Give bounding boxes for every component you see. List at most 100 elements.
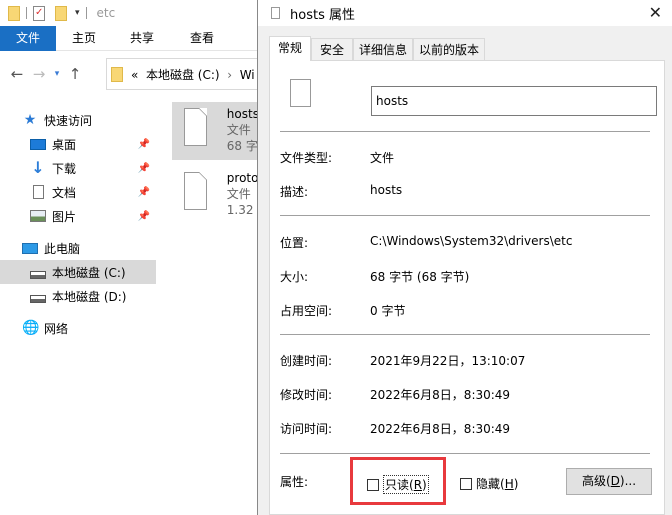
overflow-chevron[interactable]: « (131, 68, 138, 82)
field-value: 68 字节 (68 字节) (370, 270, 470, 284)
explorer-titlebar: ▾ etc (0, 0, 258, 26)
field-label: 访问时间: (280, 422, 333, 436)
field-value: 2021年9月22日，13:10:07 (370, 354, 526, 368)
forward-arrow-icon[interactable]: → (28, 65, 50, 83)
file-list: hosts 文件 68 字 proto 文件 1.32 (172, 102, 258, 224)
nav-downloads[interactable]: ↓ 下载 📌 (0, 156, 156, 180)
breadcrumb-windows[interactable]: Wi (240, 68, 255, 82)
ribbon-tab-view[interactable]: 查看 (172, 26, 232, 51)
pin-icon[interactable]: 📌 (138, 211, 150, 222)
file-type: 文件 (226, 187, 251, 201)
pin-icon[interactable]: 📌 (138, 139, 150, 150)
file-name: proto (226, 171, 258, 185)
field-value: 文件 (370, 151, 395, 165)
tab-security[interactable]: 安全 (311, 38, 354, 61)
field-value: hosts (370, 183, 403, 197)
dialog-title: hosts 属性 (290, 7, 355, 23)
nav-label: 快速访问 (44, 113, 93, 128)
nav-label: 本地磁盘 (C:) (52, 265, 126, 280)
checkbox-box[interactable] (367, 478, 379, 491)
nav-label: 此电脑 (44, 241, 81, 256)
file-type: 文件 (226, 123, 251, 137)
close-icon[interactable]: ✕ (649, 3, 662, 22)
ribbon-tabs: 文件 主页 共享 查看 (0, 26, 258, 51)
checkbox-box[interactable] (460, 477, 472, 490)
properties-icon[interactable] (33, 5, 45, 21)
up-arrow-icon[interactable]: ↑ (64, 65, 86, 83)
nav-documents[interactable]: 文档 📌 (0, 180, 156, 204)
nav-network[interactable]: 🌐 网络 (0, 316, 156, 340)
address-bar[interactable]: « 本地磁盘 (C:) › Wi (106, 58, 266, 90)
general-panel: 文件类型: 文件 描述: hosts 位置: C:\Windows\System… (269, 60, 665, 515)
nav-label: 图片 (52, 209, 77, 224)
pictures-icon (30, 210, 46, 222)
nav-drive-d[interactable]: 本地磁盘 (D:) (0, 284, 156, 308)
nav-drive-c[interactable]: 本地磁盘 (C:) (0, 260, 156, 284)
readonly-checkbox[interactable]: 只读(R) (367, 475, 429, 494)
nav-label: 桌面 (52, 137, 77, 152)
dialog-titlebar: hosts 属性 ✕ (258, 0, 672, 26)
navigation-bar: ← → ▾ ↑ « 本地磁盘 (C:) › Wi (0, 56, 266, 92)
file-explorer-window: ▾ etc 文件 主页 共享 查看 ← → ▾ ↑ « 本地磁盘 (C:) › … (0, 0, 266, 515)
ribbon-tab-home[interactable]: 主页 (56, 26, 112, 51)
file-meta: hosts 文件 68 字 (227, 106, 258, 160)
network-icon: 🌐 (22, 320, 40, 336)
divider (26, 7, 27, 19)
file-name-input[interactable] (371, 86, 657, 116)
pin-icon[interactable]: 📌 (138, 187, 150, 198)
recent-locations-chevron-icon[interactable]: ▾ (50, 69, 64, 79)
tab-general[interactable]: 常规 (269, 36, 312, 61)
file-item-protocol[interactable]: proto 文件 1.32 (172, 166, 258, 224)
folder-icon[interactable] (8, 5, 20, 21)
field-label: 文件类型: (280, 151, 333, 165)
divider (85, 7, 87, 19)
nav-label: 本地磁盘 (D:) (52, 289, 127, 304)
dialog-tabs: 常规 安全 详细信息 以前的版本 (269, 36, 486, 61)
field-created: 创建时间: 2021年9月22日，13:10:07 (280, 352, 525, 369)
file-size: 1.32 (226, 203, 254, 217)
breadcrumb-separator[interactable]: › (227, 68, 232, 82)
file-meta: proto 文件 1.32 (227, 170, 258, 224)
file-icon (184, 172, 207, 210)
documents-icon (33, 185, 44, 199)
nav-desktop[interactable]: 桌面 📌 (0, 132, 156, 156)
desktop-icon (30, 138, 46, 150)
tab-details[interactable]: 详细信息 (353, 38, 414, 61)
file-name: hosts (226, 107, 258, 121)
ribbon-tab-file[interactable]: 文件 (0, 26, 57, 51)
ribbon-tab-share[interactable]: 共享 (112, 26, 172, 51)
nav-this-pc[interactable]: 此电脑 (0, 236, 156, 260)
navigation-pane: ★ 快速访问 桌面 📌 ↓ 下载 📌 文档 📌 图片 📌 此电脑 本地磁盘 (C… (0, 108, 156, 340)
new-folder-icon[interactable] (55, 5, 67, 21)
nav-label: 网络 (44, 321, 69, 336)
file-size: 68 字 (226, 139, 258, 153)
folder-icon (111, 66, 123, 82)
file-icon (290, 79, 311, 107)
field-label: 创建时间: (280, 354, 333, 368)
file-icon (271, 7, 280, 19)
properties-dialog: hosts 属性 ✕ 常规 安全 详细信息 以前的版本 文件类型: 文件 描述:… (257, 0, 672, 515)
field-size: 大小: 68 字节 (68 字节) (280, 268, 469, 285)
field-value: 0 字节 (370, 304, 406, 318)
pin-icon[interactable]: 📌 (138, 163, 150, 174)
field-label: 占用空间: (280, 304, 333, 318)
breadcrumb-drive-c[interactable]: 本地磁盘 (C:) (146, 68, 220, 82)
divider (280, 453, 650, 454)
nav-pictures[interactable]: 图片 📌 (0, 204, 156, 228)
field-description: 描述: hosts (280, 183, 402, 200)
advanced-button[interactable]: 高级(D)... (566, 468, 652, 495)
customize-toolbar-icon[interactable]: ▾ (75, 8, 80, 18)
address-path: « 本地磁盘 (C:) › Wi (131, 66, 255, 83)
hidden-checkbox[interactable]: 隐藏(H) (460, 475, 518, 492)
back-arrow-icon[interactable]: ← (6, 65, 28, 83)
field-label: 位置: (280, 236, 309, 250)
nav-label: 文档 (52, 185, 77, 200)
divider (280, 215, 650, 216)
file-item-hosts[interactable]: hosts 文件 68 字 (172, 102, 258, 160)
field-modified: 修改时间: 2022年6月8日，8:30:49 (280, 386, 510, 403)
checkbox-label: 只读(R) (383, 475, 429, 494)
tab-previous-versions[interactable]: 以前的版本 (413, 38, 486, 61)
field-label: 修改时间: (280, 388, 333, 402)
field-label: 描述: (280, 185, 309, 199)
nav-quick-access[interactable]: ★ 快速访问 (0, 108, 156, 132)
